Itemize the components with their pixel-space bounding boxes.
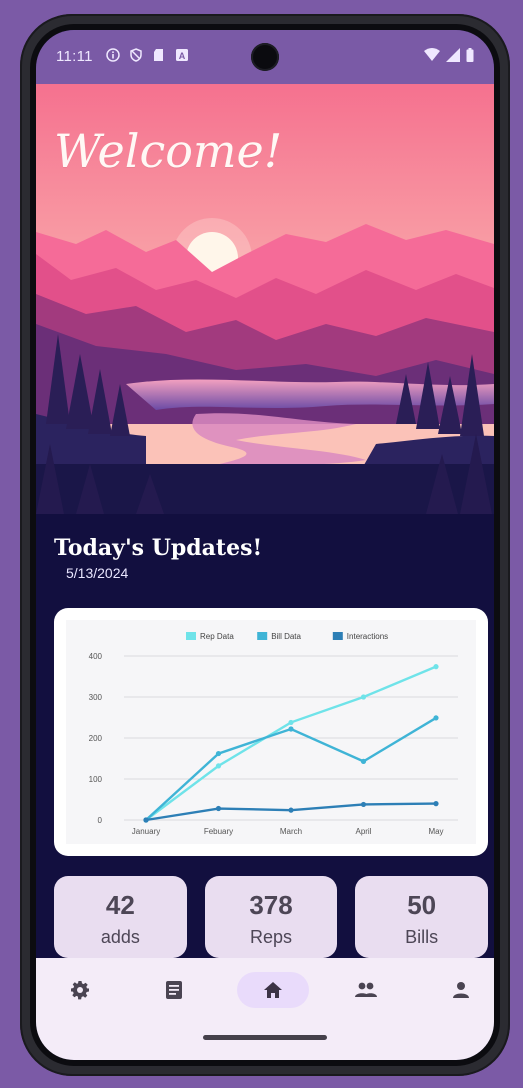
y-tick-label: 400 — [89, 652, 103, 661]
hero-banner: Welcome! — [36, 84, 494, 514]
sd-card-icon — [154, 49, 163, 61]
chart-area: 0 100 200 300 400 January Febuary March April May… — [66, 620, 476, 844]
y-tick-label: 100 — [89, 775, 103, 784]
status-time: 11:11 — [56, 48, 93, 65]
data-point — [360, 801, 367, 808]
front-camera — [251, 43, 279, 71]
stat-value: 378 — [249, 890, 293, 920]
data-point — [288, 719, 294, 726]
stat-label: Bills — [405, 927, 439, 947]
stat-card-adds[interactable]: 42 adds — [54, 876, 187, 958]
bottom-navigation — [36, 958, 494, 1060]
legend-swatch — [332, 632, 343, 640]
x-tick-label: March — [280, 827, 302, 836]
y-tick-label: 300 — [89, 693, 103, 702]
data-point — [288, 726, 294, 732]
x-tick-label: January — [132, 827, 160, 836]
data-point — [215, 750, 222, 757]
nav-settings[interactable] — [52, 972, 108, 1008]
line-chart: 0 100 200 300 400 January Febuary March April May… — [89, 632, 458, 836]
phone-bezel: 11:11 A Welcome! Today's Updates! 5/13/2… — [30, 24, 500, 1066]
stats-row: 42 adds 378 Reps 50 Bills — [54, 876, 489, 958]
x-tick-label: Febuary — [204, 827, 233, 836]
data-point — [360, 758, 367, 764]
legend-label: Bill Data — [271, 632, 301, 641]
stat-label: Reps — [249, 927, 293, 947]
nav-profile[interactable] — [433, 972, 489, 1008]
status-icons-right — [424, 48, 474, 62]
x-tick-label: May — [428, 827, 443, 836]
shield-icon — [130, 48, 142, 62]
people-icon — [355, 982, 377, 997]
data-point — [360, 694, 367, 700]
data-point — [143, 817, 149, 823]
stat-value: 50 — [407, 890, 437, 920]
data-point — [288, 807, 294, 813]
nav-people[interactable] — [338, 972, 394, 1008]
signal-icon — [446, 48, 460, 62]
data-point — [433, 715, 439, 721]
battery-icon — [466, 48, 474, 62]
stat-label: adds — [100, 927, 140, 947]
welcome-heading: Welcome! — [54, 124, 283, 178]
status-icons-left: A — [106, 48, 189, 62]
stat-card-reps[interactable]: 378 Reps — [204, 876, 338, 958]
y-tick-label: 0 — [98, 816, 103, 825]
wifi-icon — [424, 48, 440, 61]
legend-swatch — [257, 632, 268, 640]
updates-date: 5/13/2024 — [66, 565, 129, 581]
stat-value: 42 — [105, 890, 135, 920]
person-icon — [453, 982, 469, 998]
gesture-bar[interactable] — [203, 1035, 327, 1040]
updates-title: Today's Updates! — [54, 535, 263, 561]
legend-swatch — [186, 632, 196, 640]
legend-label: Rep Data — [200, 632, 234, 641]
legend-label: Interactions — [347, 632, 388, 641]
home-icon — [264, 982, 282, 998]
nav-documents[interactable] — [146, 972, 202, 1008]
screen: 11:11 A Welcome! Today's Updates! 5/13/2… — [36, 30, 494, 1060]
y-tick-label: 200 — [89, 734, 103, 743]
data-point — [433, 801, 439, 807]
document-icon — [166, 981, 182, 999]
phone-frame: 11:11 A Welcome! Today's Updates! 5/13/2… — [20, 14, 510, 1076]
a-icon: A — [176, 49, 188, 61]
x-tick-label: April — [355, 827, 371, 836]
nav-home[interactable] — [237, 972, 309, 1008]
data-point — [215, 763, 222, 769]
data-point — [215, 805, 222, 812]
info-icon — [106, 48, 120, 62]
gear-icon — [71, 981, 89, 1000]
svg-text:A: A — [179, 51, 186, 61]
chart-card: 0 100 200 300 400 January Febuary March April May… — [54, 608, 488, 856]
stat-card-bills[interactable]: 50 Bills — [355, 876, 489, 958]
status-bar: 11:11 A — [36, 30, 494, 84]
data-point — [433, 664, 439, 670]
